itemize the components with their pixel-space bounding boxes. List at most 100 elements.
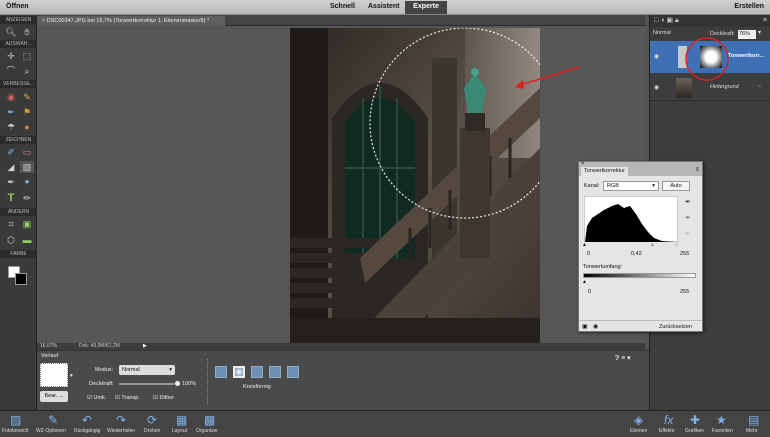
more-icon[interactable]: ▤ bbox=[748, 413, 759, 427]
visibility-eye-icon[interactable]: ◉ bbox=[654, 84, 659, 91]
layer-opacity-chevron-icon[interactable]: ▾ bbox=[758, 29, 761, 36]
mode-assistent-tab[interactable]: Assistent bbox=[368, 3, 400, 10]
spot-healing-icon[interactable]: ✎ bbox=[20, 91, 34, 103]
group-icon[interactable]: ▣ bbox=[666, 17, 673, 24]
bottom-right-item-1[interactable]: Effekte bbox=[659, 428, 674, 434]
organizer-icon[interactable]: ▩ bbox=[204, 413, 215, 427]
layer-opacity-field[interactable]: 76% bbox=[738, 30, 756, 39]
layer-row-background[interactable]: ◉ Hintergrund ▫ bbox=[650, 75, 770, 101]
document-photo[interactable] bbox=[290, 28, 540, 343]
open-menu[interactable]: Öffnen bbox=[6, 3, 29, 10]
red-eye-tool-icon[interactable]: ◉ bbox=[4, 91, 18, 103]
bottom-item-2[interactable]: Rückgängig bbox=[74, 428, 100, 434]
crop-tool-icon[interactable]: ⌗ bbox=[4, 218, 18, 230]
create-menu[interactable]: Erstellen bbox=[734, 3, 764, 10]
clone-stamp-icon[interactable]: ⚑ bbox=[20, 106, 34, 118]
input-white-value[interactable]: 255 bbox=[680, 251, 689, 257]
blend-mode-value[interactable]: Normal bbox=[653, 30, 671, 36]
sponge-tool-icon[interactable]: ● bbox=[20, 121, 34, 133]
mode-schnell-tab[interactable]: Schnell bbox=[330, 3, 355, 10]
lasso-tool-icon[interactable]: ⌒ bbox=[4, 65, 18, 77]
undo-icon[interactable]: ↶ bbox=[82, 413, 92, 427]
photo-bin-icon[interactable]: ▨ bbox=[10, 413, 21, 427]
output-black-slider[interactable]: ▲ bbox=[582, 279, 587, 285]
gradient-dropdown-icon[interactable]: ▾ bbox=[70, 373, 73, 379]
input-slider[interactable]: ▲ ▲ ▲ bbox=[582, 242, 679, 248]
auto-button[interactable]: Auto bbox=[662, 181, 690, 191]
new-layer-icon[interactable]: □ bbox=[654, 17, 658, 24]
input-gamma-value[interactable]: 0,42 bbox=[631, 251, 642, 257]
bottom-right-item-4[interactable]: Mehr bbox=[746, 428, 757, 434]
zoom-tool-icon[interactable]: 🔍︎ bbox=[4, 26, 18, 38]
bottom-right-item-2[interactable]: Grafiken bbox=[685, 428, 704, 434]
output-white-value[interactable]: 255 bbox=[680, 289, 689, 295]
opacity-slider-knob[interactable] bbox=[174, 380, 181, 387]
gradient-preview[interactable] bbox=[40, 363, 68, 387]
angle-gradient-button[interactable] bbox=[251, 366, 263, 378]
pencil-tool-icon[interactable]: ✏ bbox=[20, 192, 34, 204]
move-tool-icon[interactable]: ✛ bbox=[4, 50, 18, 62]
mode-select[interactable]: Normal ▾ bbox=[119, 365, 175, 375]
brush-tool-icon[interactable]: ✐ bbox=[4, 146, 18, 158]
paint-bucket-icon[interactable]: ◢ bbox=[4, 161, 18, 173]
document-tab[interactable]: × DSC00347.JPG bei 16,7% (Tonwertkorrekt… bbox=[37, 16, 225, 26]
gamma-slider[interactable]: ▲ bbox=[650, 242, 655, 248]
bottom-item-0[interactable]: Fotobereich bbox=[2, 428, 28, 434]
diamond-gradient-button[interactable] bbox=[287, 366, 299, 378]
bottom-item-1[interactable]: WZ-Optionen bbox=[36, 428, 66, 434]
bottom-item-6[interactable]: Organizer bbox=[196, 428, 218, 434]
hand-tool-icon[interactable]: ✋︎ bbox=[20, 26, 34, 38]
text-tool-icon[interactable]: T bbox=[4, 192, 18, 204]
marquee-tool-icon[interactable]: ⬚ bbox=[20, 50, 34, 62]
custom-shape-icon[interactable]: ✦ bbox=[20, 176, 34, 188]
dialog-tab[interactable]: Tonwertkorrektur bbox=[581, 167, 628, 176]
blur-tool-icon[interactable]: ☂ bbox=[4, 121, 18, 133]
smart-brush-icon[interactable]: ✒ bbox=[4, 106, 18, 118]
lock-icon[interactable]: 🔒︎ bbox=[675, 17, 679, 24]
dither-checkbox[interactable]: ☑ Dither bbox=[153, 395, 174, 401]
gradient-tool-icon[interactable]: ▧ bbox=[20, 161, 34, 173]
eraser-tool-icon[interactable]: ▭ bbox=[20, 146, 34, 158]
transparency-checkbox[interactable]: ☑ Transp. bbox=[115, 395, 140, 401]
bottom-item-4[interactable]: Drehen bbox=[144, 428, 160, 434]
clip-to-layer-icon[interactable]: ▣ bbox=[582, 323, 588, 330]
effects-icon[interactable]: fx bbox=[664, 413, 673, 427]
dialog-titlebar[interactable]: × Tonwertkorrektur ≡ bbox=[579, 161, 702, 176]
quick-select-icon[interactable]: ⌕ bbox=[20, 65, 34, 77]
help-icon[interactable]: ❓︎ ≡ ▾ bbox=[615, 354, 631, 363]
edit-gradient-button[interactable]: Bear. ... bbox=[40, 391, 68, 402]
white-point-slider[interactable]: ▲ bbox=[674, 242, 679, 248]
bottom-right-item-3[interactable]: Favoriten bbox=[712, 428, 733, 434]
rotate-icon[interactable]: ⟳ bbox=[147, 413, 157, 427]
linear-gradient-button[interactable] bbox=[215, 366, 227, 378]
reflected-gradient-button[interactable] bbox=[269, 366, 281, 378]
bottom-right-item-0[interactable]: Ebenen bbox=[630, 428, 647, 434]
channel-select[interactable]: RGB ▾ bbox=[603, 181, 659, 191]
mode-experte-tab[interactable]: Experte bbox=[405, 1, 447, 14]
visibility-eye-icon[interactable]: ◉ bbox=[593, 323, 598, 330]
bottom-item-3[interactable]: Wiederholen bbox=[107, 428, 135, 434]
black-eyedropper-icon[interactable]: ✒ bbox=[685, 198, 691, 206]
tool-options-icon[interactable]: ✎ bbox=[48, 413, 58, 427]
bottom-item-5[interactable]: Layout bbox=[172, 428, 187, 434]
output-black-value[interactable]: 0 bbox=[588, 289, 591, 295]
recompose-tool-icon[interactable]: ▣ bbox=[20, 218, 34, 230]
dialog-menu-icon[interactable]: ≡ bbox=[695, 167, 699, 173]
visibility-eye-icon[interactable]: ◉ bbox=[654, 53, 659, 60]
adjustment-layer-icon[interactable]: ◑ bbox=[660, 17, 664, 24]
eyedropper-icon[interactable]: ✒ bbox=[4, 176, 18, 188]
favorites-icon[interactable]: ★ bbox=[716, 413, 727, 427]
straighten-tool-icon[interactable]: ▬ bbox=[20, 234, 34, 246]
input-black-value[interactable]: 0 bbox=[587, 251, 590, 257]
layout-icon[interactable]: ▦ bbox=[176, 413, 187, 427]
reset-button[interactable]: Zurücksetzen bbox=[659, 324, 692, 330]
content-move-icon[interactable]: ⬡ bbox=[4, 234, 18, 246]
redo-icon[interactable]: ↷ bbox=[116, 413, 126, 427]
white-eyedropper-icon[interactable]: ✒ bbox=[685, 230, 691, 238]
panel-menu-icon[interactable]: ≡ bbox=[763, 15, 767, 27]
opacity-slider-track[interactable] bbox=[119, 383, 177, 385]
status-menu-arrow-icon[interactable]: ▶ bbox=[143, 343, 147, 350]
black-point-slider[interactable]: ▲ bbox=[582, 242, 587, 248]
reverse-checkbox[interactable]: ☑ Umk. bbox=[87, 395, 106, 401]
radial-gradient-button[interactable] bbox=[233, 366, 245, 378]
